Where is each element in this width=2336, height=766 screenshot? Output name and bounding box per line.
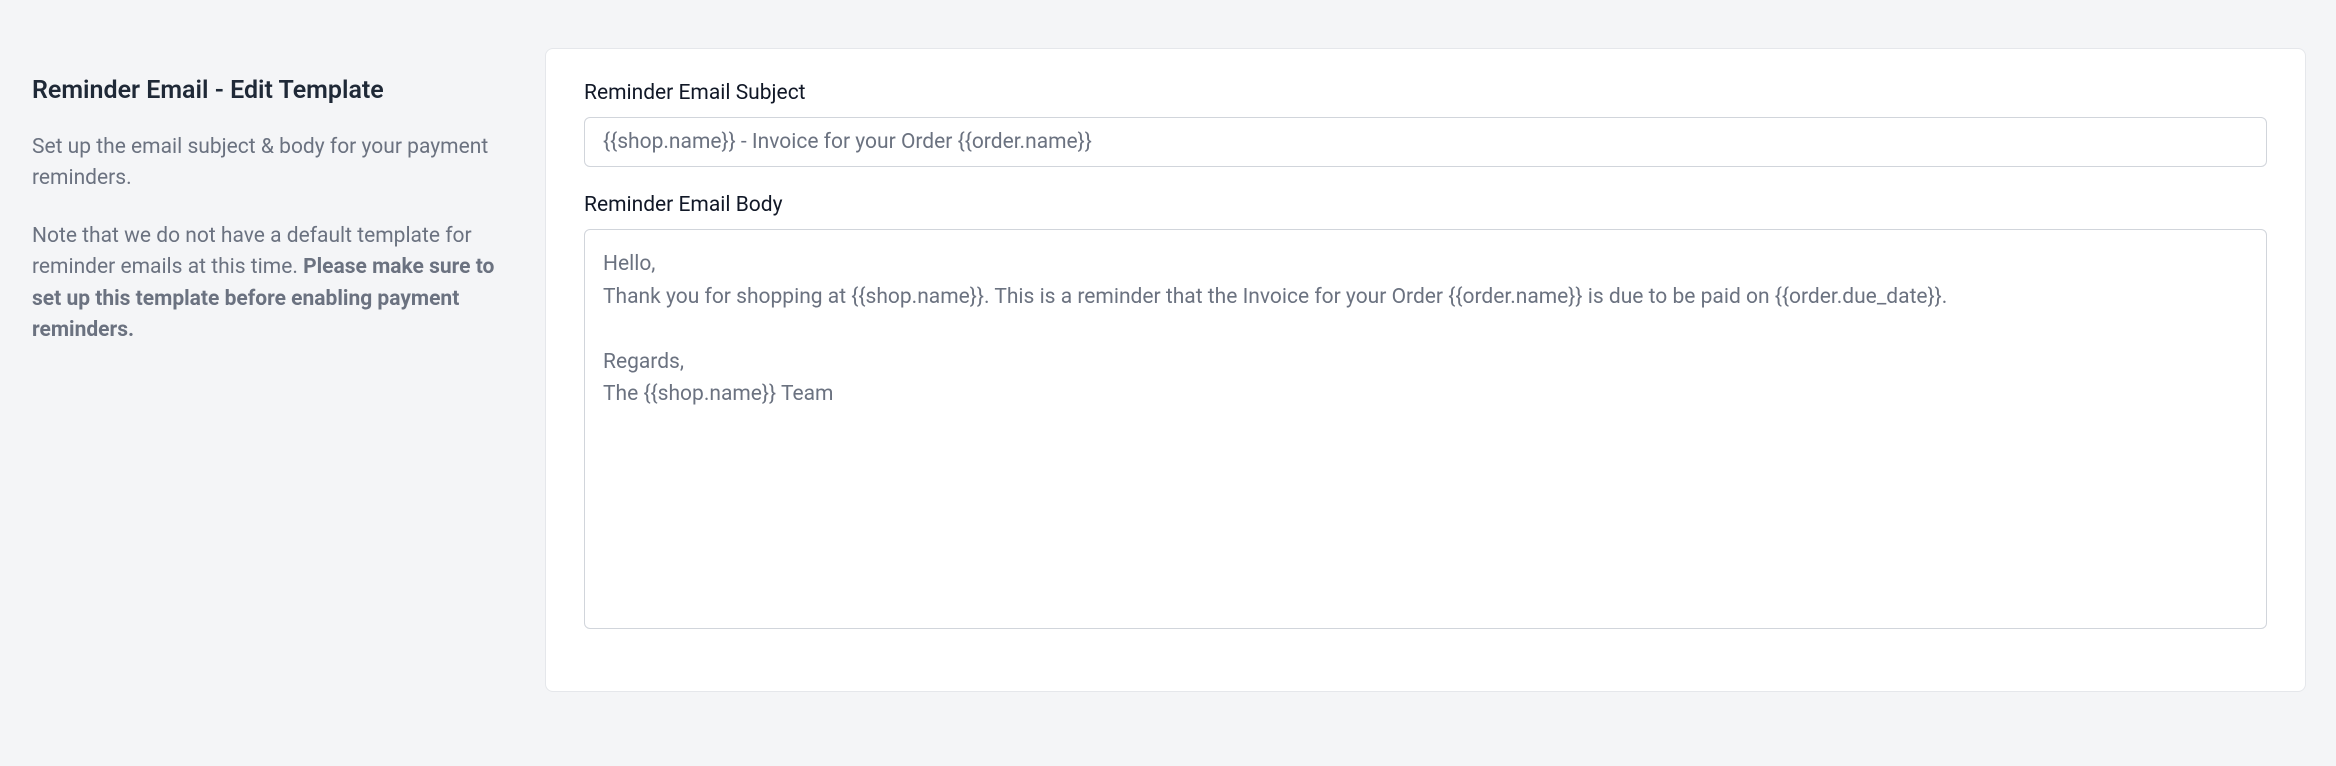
section-title: Reminder Email - Edit Template [32, 75, 515, 108]
body-textarea[interactable] [584, 229, 2267, 629]
subject-label: Reminder Email Subject [584, 81, 2267, 105]
page-container: Reminder Email - Edit Template Set up th… [0, 0, 2336, 692]
section-description: Set up the email subject & body for your… [32, 132, 515, 195]
form-card: Reminder Email Subject Reminder Email Bo… [545, 48, 2306, 692]
section-note: Note that we do not have a default templ… [32, 221, 515, 347]
body-label: Reminder Email Body [584, 193, 2267, 217]
body-group: Reminder Email Body [584, 193, 2267, 633]
left-panel: Reminder Email - Edit Template Set up th… [0, 0, 545, 692]
subject-input[interactable] [584, 117, 2267, 167]
subject-group: Reminder Email Subject [584, 81, 2267, 167]
